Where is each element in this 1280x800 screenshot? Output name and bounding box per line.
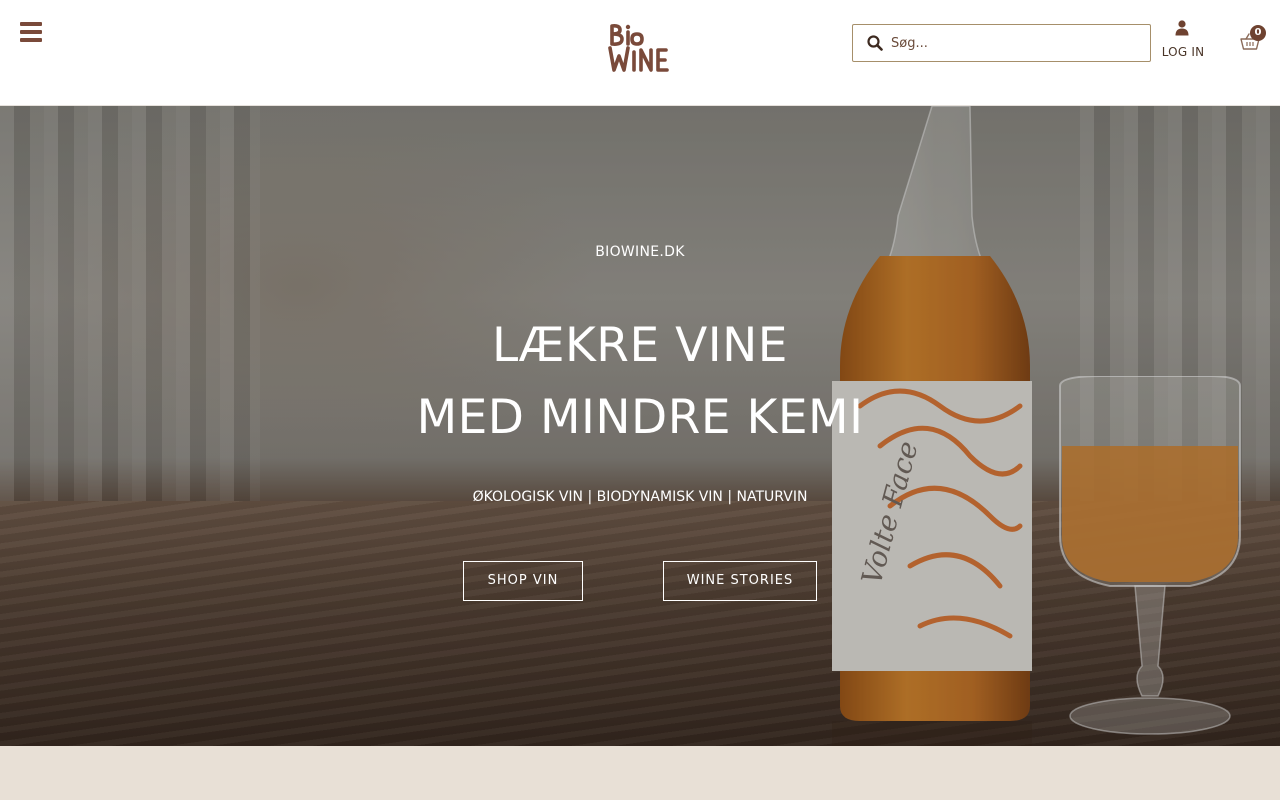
login-button[interactable]: LOG IN: [1158, 18, 1208, 64]
hamburger-menu-icon[interactable]: [20, 22, 42, 42]
hero-kicker: BIOWINE.DK: [595, 244, 685, 260]
hero-banner: Volte Face BIOWINE.DK LÆKRE VINE MED MIN…: [0, 106, 1280, 746]
site-header: LOG IN 0: [0, 0, 1280, 106]
wine-stories-button[interactable]: WINE STORIES: [663, 561, 817, 601]
hero-title-line-1: LÆKRE VINE: [492, 318, 788, 373]
cart-button[interactable]: 0: [1238, 25, 1268, 55]
user-icon: [1175, 20, 1189, 36]
hero-title-line-2: MED MINDRE KEMI: [416, 390, 864, 445]
search-input[interactable]: [889, 26, 1143, 60]
site-logo[interactable]: [604, 20, 676, 76]
search-icon: [867, 35, 883, 51]
shop-vin-button[interactable]: SHOP VIN: [463, 561, 583, 601]
login-label: LOG IN: [1161, 45, 1205, 59]
search-box[interactable]: [852, 24, 1151, 62]
cart-count-badge: 0: [1250, 25, 1266, 41]
content-band: [0, 746, 1280, 800]
biowine-logo-icon: [608, 24, 669, 72]
hero-subtitle: ØKOLOGISK VIN | BIODYNAMISK VIN | NATURV…: [472, 489, 808, 505]
hero-title: LÆKRE VINE MED MINDRE KEMI: [0, 310, 1280, 454]
